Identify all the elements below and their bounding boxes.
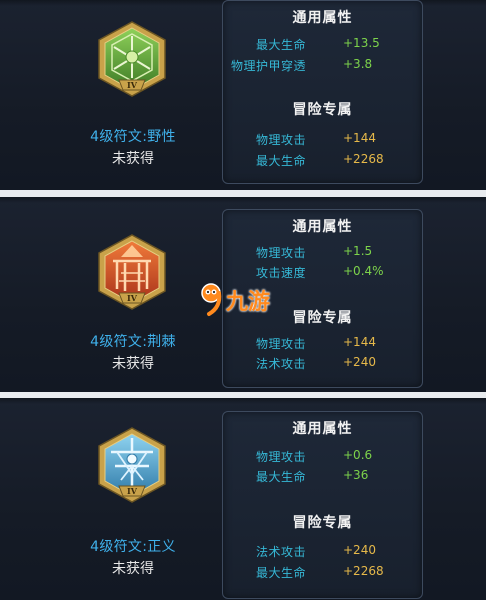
stat-value: +3.8 (343, 57, 373, 71)
stat-row: 物理护甲穿透 +3.8 (223, 57, 422, 74)
green-hexagon-rune-icon: IV (98, 21, 166, 97)
adventure-exclusive-title: 冒险专属 (292, 102, 353, 118)
stat-row: 法术攻击 +240 (223, 543, 422, 560)
svg-text:IV: IV (127, 486, 138, 496)
adventure-exclusive-title: 冒险专属 (292, 515, 353, 531)
stat-row: 物理攻击 +144 (223, 335, 422, 352)
general-attributes-title: 通用属性 (292, 10, 353, 26)
stat-name: 物理攻击 (255, 246, 306, 260)
nine-game-watermark: 九游 (197, 279, 293, 319)
stat-row: 最大生命 +2268 (223, 564, 422, 581)
attribute-panel: 通用属性 最大生命 +13.5 物理护甲穿透 +3.8 冒险专属 物理攻击 +1… (222, 0, 423, 184)
stat-value: +2268 (343, 564, 384, 578)
rune-card-justice: IV 4级符文:正义 未获得 通用属性 物理攻击 +0.6 最大生命 +36 冒… (0, 398, 486, 600)
stat-name: 物理攻击 (255, 133, 306, 147)
stat-value: +144 (343, 335, 376, 349)
nine-game-logo-icon (201, 283, 222, 316)
red-hexagon-rune-icon: IV (98, 234, 166, 310)
stat-name: 法术攻击 (255, 357, 306, 371)
stat-value: +240 (343, 355, 376, 369)
blue-hexagon-rune-icon: IV (98, 427, 166, 503)
stat-row: 最大生命 +13.5 (223, 36, 422, 53)
svg-text:IV: IV (127, 80, 138, 90)
stat-value: +240 (343, 543, 376, 557)
stat-value: +0.4% (343, 264, 384, 278)
rune-card-wild: IV 4级符文:野性 未获得 通用属性 最大生命 +13.5 物理护甲穿透 +3… (0, 0, 486, 190)
stat-name: 物理护甲穿透 (230, 59, 306, 73)
stat-name: 物理攻击 (255, 450, 306, 464)
stat-value: +144 (343, 131, 376, 145)
stat-row: 最大生命 +2268 (223, 152, 422, 169)
watermark-text: 九游 (226, 290, 271, 315)
stat-value: +1.5 (343, 244, 373, 258)
stat-row: 最大生命 +36 (223, 468, 422, 485)
general-attributes-title: 通用属性 (292, 421, 353, 437)
stat-value: +13.5 (343, 36, 380, 50)
rune-comparison-page: IV 4级符文:野性 未获得 通用属性 最大生命 +13.5 物理护甲穿透 +3… (0, 0, 486, 600)
stat-value: +36 (343, 468, 369, 482)
stat-name: 最大生命 (255, 38, 306, 52)
stat-value: +2268 (343, 152, 384, 166)
stat-name: 法术攻击 (255, 545, 306, 559)
general-attributes-title: 通用属性 (292, 219, 353, 235)
stat-value: +0.6 (343, 448, 373, 462)
stat-name: 最大生命 (255, 470, 306, 484)
stat-row: 物理攻击 +0.6 (223, 448, 422, 465)
attribute-panel: 通用属性 物理攻击 +0.6 最大生命 +36 冒险专属 法术攻击 +240 最… (222, 411, 423, 599)
stat-name: 最大生命 (255, 566, 306, 580)
svg-text:IV: IV (127, 293, 138, 303)
stat-name: 最大生命 (255, 154, 306, 168)
stat-name: 物理攻击 (255, 337, 306, 351)
stat-row: 物理攻击 +144 (223, 131, 422, 148)
stat-row: 物理攻击 +1.5 (223, 244, 422, 261)
stat-row: 法术攻击 +240 (223, 355, 422, 372)
